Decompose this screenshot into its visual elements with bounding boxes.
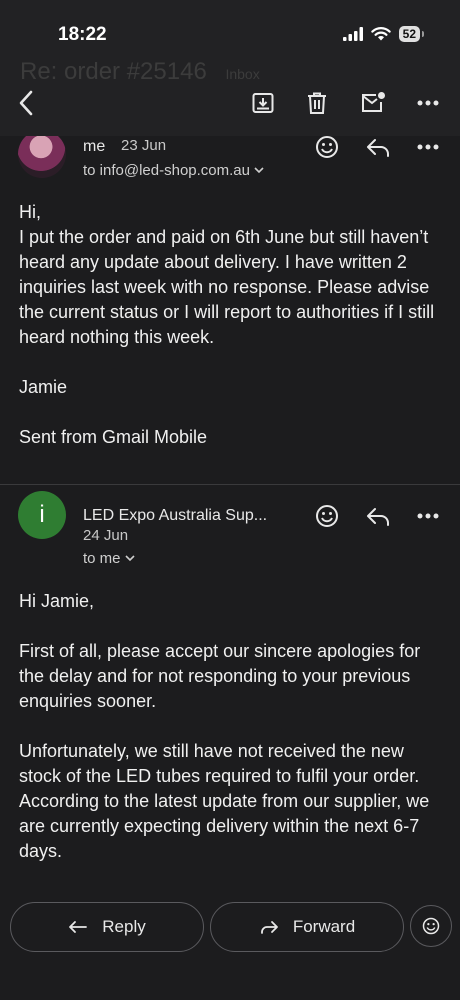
recipient-text: to me	[83, 550, 121, 567]
message-body: Hi, I put the order and paid on 6th June…	[19, 200, 444, 450]
body-line	[19, 350, 444, 375]
more-horizontal-icon	[417, 100, 439, 106]
emoji-icon	[316, 136, 338, 158]
more-horizontal-icon	[417, 513, 439, 519]
body-line: I put the order and paid on 6th June but…	[19, 227, 435, 347]
trash-icon	[308, 92, 326, 114]
body-line: First of all, please accept our sincere …	[19, 641, 421, 711]
wifi-icon	[370, 27, 391, 41]
reply-action-button[interactable]: Reply	[10, 902, 204, 952]
message-card[interactable]: i LED Expo Australia Sup... 24 Jun to me	[0, 485, 460, 900]
chevron-down-icon	[124, 555, 135, 562]
mark-unread-button[interactable]	[360, 90, 386, 116]
forward-action-button[interactable]: Forward	[210, 902, 404, 952]
message-date: 24 Jun	[83, 527, 129, 544]
add-reaction-button[interactable]	[314, 136, 340, 160]
archive-icon	[252, 93, 274, 113]
body-line: According to the latest update from our …	[19, 791, 430, 861]
email-thread[interactable]: me 23 Jun to info@led-shop.com.au Hi, I	[0, 136, 460, 900]
email-toolbar: Re: order #25146 Inbox	[0, 62, 460, 136]
ghost-subject-text: Re: order #25146	[20, 62, 207, 85]
status-indicators: 52	[342, 26, 425, 42]
reply-icon	[69, 921, 88, 933]
sender-name: LED Expo Australia Sup...	[83, 507, 268, 524]
battery-indicator: 52	[398, 26, 425, 42]
body-line: Unfortunately, we still have not receive…	[19, 741, 420, 786]
emoji-icon	[316, 505, 338, 527]
more-horizontal-icon	[417, 144, 439, 150]
message-more-button[interactable]	[415, 503, 441, 529]
message-more-button[interactable]	[415, 136, 441, 160]
arrow-left-icon	[19, 90, 33, 116]
sender-name: me	[83, 138, 106, 155]
recipient-details[interactable]: to me	[83, 550, 135, 567]
avatar[interactable]	[18, 136, 66, 178]
ghost-subject: Re: order #25146 Inbox	[20, 62, 260, 86]
forward-label: Forward	[292, 917, 356, 936]
reply-button[interactable]	[365, 503, 391, 529]
body-line: Hi,	[19, 202, 41, 222]
body-line: Jamie	[19, 377, 68, 397]
mark-unread-icon	[362, 92, 385, 112]
reply-icon	[367, 508, 389, 526]
reply-label: Reply	[102, 917, 146, 936]
message-date: 23 Jun	[121, 137, 167, 154]
react-action-button[interactable]	[410, 905, 452, 947]
add-reaction-button[interactable]	[314, 503, 340, 529]
signal-icon	[342, 27, 363, 41]
chevron-down-icon	[254, 167, 264, 174]
status-time: 18:22	[58, 24, 107, 45]
reply-icon	[367, 139, 389, 157]
emoji-icon	[422, 917, 440, 935]
message-card[interactable]: me 23 Jun to info@led-shop.com.au Hi, I	[0, 136, 460, 484]
more-options-button[interactable]	[415, 90, 441, 116]
recipient-text: to info@led-shop.com.au	[83, 162, 250, 179]
recipient-details[interactable]: to info@led-shop.com.au	[83, 162, 264, 179]
body-line: Sent from Gmail Mobile	[19, 427, 208, 447]
status-bar: 18:22 52	[0, 0, 460, 62]
message-body: Hi Jamie, First of all, please accept ou…	[19, 589, 444, 864]
back-button[interactable]	[13, 90, 39, 116]
reply-button[interactable]	[365, 136, 391, 160]
body-line: Hi Jamie,	[19, 591, 95, 611]
body-line	[19, 400, 444, 425]
body-line	[19, 614, 444, 639]
avatar[interactable]: i	[18, 491, 66, 539]
delete-button[interactable]	[304, 90, 330, 116]
ghost-label: Inbox	[225, 66, 260, 82]
archive-button[interactable]	[250, 90, 276, 116]
body-line	[19, 714, 444, 739]
bottom-action-bar: Reply Forward	[0, 885, 460, 1000]
forward-icon	[260, 921, 278, 934]
